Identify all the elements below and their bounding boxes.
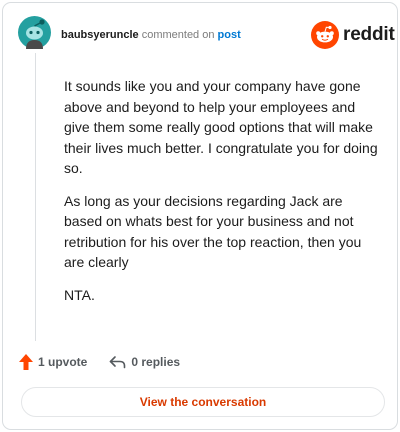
comment-actions: 1 upvote 0 replies (19, 352, 180, 372)
upvote-arrow-icon (19, 354, 33, 370)
upvote-count: 1 upvote (38, 355, 88, 369)
comment-paragraph: NTA. (64, 286, 95, 303)
user-avatar-icon[interactable] (18, 16, 51, 49)
view-conversation-button[interactable]: View the conversation (21, 387, 385, 417)
reddit-snoo-icon (311, 21, 339, 49)
comment-body: It sounds like you and your company have… (64, 76, 382, 317)
replies-count: 0 replies (131, 355, 181, 369)
upvote-button[interactable]: 1 upvote (19, 354, 87, 370)
post-link[interactable]: post (218, 29, 241, 41)
reply-arrow-icon (109, 355, 126, 369)
reddit-wordmark: reddit (343, 24, 395, 45)
thread-line (35, 53, 36, 341)
commented-on-text: commented on (141, 29, 215, 41)
comment-author[interactable]: baubsyeruncle (61, 29, 139, 41)
comment-embed-card: baubsyeruncle commented on post reddit I… (2, 2, 398, 430)
comment-header: baubsyeruncle commented on post (61, 28, 241, 42)
comment-paragraph: As long as your decisions regarding Jack… (64, 192, 362, 271)
replies-button[interactable]: 0 replies (109, 355, 180, 369)
comment-paragraph: It sounds like you and your company have… (64, 78, 378, 176)
reddit-logo[interactable]: reddit (311, 21, 395, 49)
